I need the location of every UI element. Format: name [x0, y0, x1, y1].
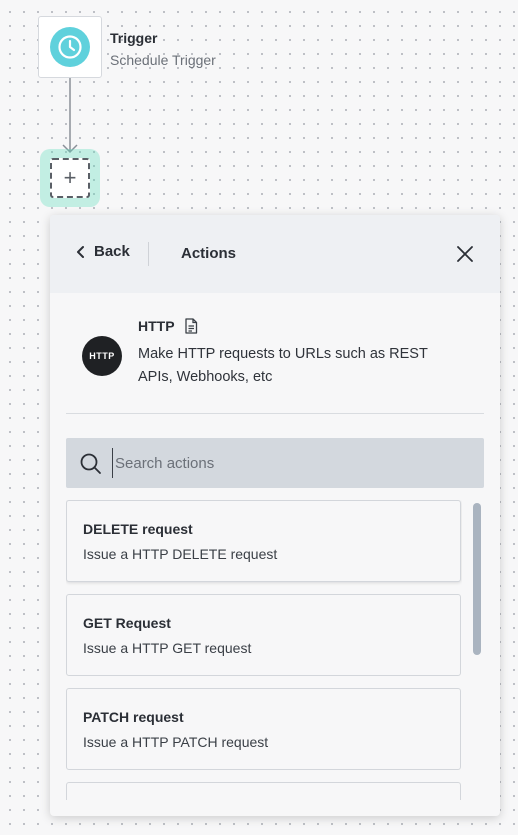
app-info: HTTP HTTP Make HTTP requests to URLs suc… — [50, 293, 500, 413]
action-description: Issue a HTTP DELETE request — [83, 546, 278, 562]
app-name-row: HTTP — [138, 318, 198, 334]
plus-icon[interactable]: + — [50, 158, 90, 198]
panel-header: Back Actions — [50, 215, 500, 293]
clock-icon — [50, 27, 90, 67]
header-divider — [148, 242, 149, 266]
action-title: DELETE request — [83, 521, 193, 537]
action-item-patch-request[interactable]: PATCH request Issue a HTTP PATCH request — [66, 688, 461, 770]
http-logo: HTTP — [82, 336, 122, 376]
info-divider — [66, 413, 484, 414]
back-label: Back — [94, 243, 130, 260]
search-box — [66, 438, 484, 488]
chevron-left-icon — [77, 245, 84, 258]
action-item-get-request[interactable]: GET Request Issue a HTTP GET request — [66, 594, 461, 676]
document-icon[interactable] — [184, 318, 198, 334]
search-input[interactable] — [112, 448, 462, 478]
action-list: DELETE request Issue a HTTP DELETE reque… — [66, 500, 462, 800]
action-item-delete-request[interactable]: DELETE request Issue a HTTP DELETE reque… — [66, 500, 461, 582]
scrollbar[interactable] — [473, 503, 481, 803]
action-description: Issue a HTTP PATCH request — [83, 734, 269, 750]
action-item-partial[interactable] — [66, 782, 461, 800]
scrollbar-thumb[interactable] — [473, 503, 481, 655]
panel-title: Actions — [181, 245, 237, 262]
search-icon — [80, 453, 101, 474]
action-title: PATCH request — [83, 709, 184, 725]
action-description: Issue a HTTP GET request — [83, 640, 252, 656]
app-description: Make HTTP requests to URLs such as REST … — [138, 346, 428, 385]
trigger-subtitle: Schedule Trigger — [110, 52, 216, 68]
back-button[interactable]: Back — [76, 243, 130, 260]
connector-arrow — [62, 78, 78, 154]
trigger-label-group: Trigger Schedule Trigger — [110, 30, 216, 70]
app-name: HTTP — [138, 318, 175, 334]
action-title: GET Request — [83, 615, 171, 631]
trigger-title: Trigger — [110, 30, 158, 46]
close-icon[interactable] — [454, 243, 476, 265]
trigger-node[interactable] — [38, 16, 102, 78]
add-step-node[interactable]: + — [40, 149, 100, 207]
actions-panel: Back Actions HTTP HTTP Make HTTP request… — [50, 215, 500, 816]
